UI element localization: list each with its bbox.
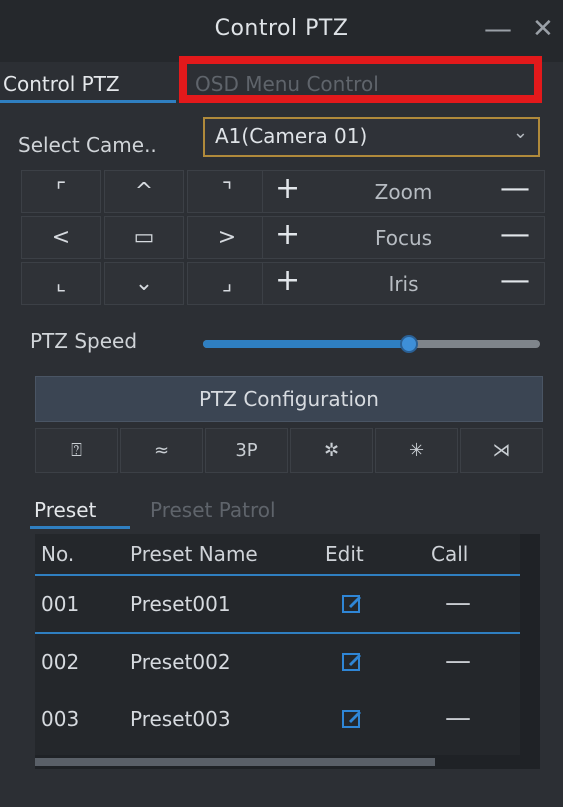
table-header: No. Preset Name Edit Call	[35, 534, 520, 576]
camera-select-value: A1(Camera 01)	[215, 124, 368, 148]
ptz-speed-label: PTZ Speed	[30, 329, 138, 353]
preset-tabs: Preset Preset Patrol	[0, 496, 563, 532]
tab-preset-patrol[interactable]: Preset Patrol	[150, 498, 276, 522]
tab-preset[interactable]: Preset	[34, 498, 96, 522]
preset-table: No. Preset Name Edit Call 001 Preset001 …	[35, 534, 520, 769]
active-tab-indicator	[0, 100, 176, 103]
focus-control: + Focus —	[262, 216, 545, 259]
wiper-icon: ⍰	[71, 440, 82, 461]
ptz-speed-handle[interactable]	[400, 335, 418, 353]
light-off-icon: ✳	[408, 440, 425, 461]
select-camera-label: Select Came..	[18, 133, 157, 157]
ptz-configuration-button[interactable]: PTZ Configuration	[35, 376, 543, 422]
chevron-down-icon: ⌄	[512, 122, 528, 143]
center-button[interactable]: ▭	[104, 216, 184, 259]
preset-name: Preset001	[130, 592, 231, 616]
light-icon: ≈	[153, 440, 170, 461]
right-icon: >	[217, 225, 237, 250]
window-title: Control PTZ	[214, 16, 349, 41]
table-row[interactable]: 002 Preset002 —	[35, 634, 520, 691]
minimize-icon[interactable]: —	[484, 12, 512, 45]
up-left-icon: ⌜	[55, 179, 67, 204]
table-row[interactable]: 003 Preset003 —	[35, 691, 520, 748]
table-row[interactable]: 001 Preset001 —	[35, 576, 520, 634]
light-button[interactable]: ≈	[120, 428, 203, 473]
preset-tab-indicator	[30, 526, 130, 529]
up-icon: ^	[134, 179, 154, 204]
3d-positioning-button[interactable]: 3P	[205, 428, 288, 473]
header-no: No.	[41, 542, 75, 566]
preset-name: Preset003	[130, 707, 231, 731]
ptz-speed-slider[interactable]	[203, 335, 540, 353]
preset-no: 001	[41, 592, 80, 616]
control-ptz-window: Control PTZ — ✕ Control PTZ OSD Menu Con…	[0, 0, 563, 807]
left-icon: <	[51, 225, 71, 250]
title-bar: Control PTZ — ✕	[0, 0, 563, 62]
horizontal-scrollbar[interactable]	[35, 755, 520, 769]
camera-select[interactable]: A1(Camera 01) ⌄	[203, 117, 540, 157]
pan-right-button[interactable]: >	[187, 216, 267, 259]
down-icon: ⌄	[134, 271, 154, 296]
close-icon[interactable]: ✕	[532, 14, 554, 44]
lens-controls: + Zoom — + Focus — + Iris —	[262, 170, 545, 308]
edit-icon[interactable]	[341, 592, 363, 618]
edit-icon[interactable]	[341, 650, 363, 676]
header-preset-name: Preset Name	[130, 542, 258, 566]
call-button[interactable]: —	[445, 703, 471, 733]
tab-control-ptz[interactable]: Control PTZ	[3, 72, 120, 96]
wiper-off-button[interactable]: ⋊	[460, 428, 543, 473]
pan-up-left-button[interactable]: ⌜	[21, 170, 101, 213]
pan-down-left-button[interactable]: ⌞	[21, 262, 101, 305]
iris-control: + Iris —	[262, 262, 545, 305]
horizontal-scrollbar-thumb[interactable]	[35, 758, 435, 766]
function-icon-row: ⍰ ≈ 3P ✲ ✳ ⋊	[35, 428, 543, 473]
light-off-button[interactable]: ✳	[375, 428, 458, 473]
down-right-icon: ⌟	[221, 271, 233, 296]
light-on-icon: ✲	[323, 440, 340, 461]
iris-minus-button[interactable]: —	[500, 263, 530, 298]
direction-pad: ⌜ ^ ⌝ < ▭ > ⌞ ⌄ ⌟	[21, 170, 267, 305]
header-call: Call	[431, 542, 469, 566]
vertical-scrollbar[interactable]	[520, 534, 540, 769]
preset-no: 003	[41, 707, 80, 731]
pan-down-button[interactable]: ⌄	[104, 262, 184, 305]
preset-no: 002	[41, 650, 80, 674]
pan-up-button[interactable]: ^	[104, 170, 184, 213]
wiper-button[interactable]: ⍰	[35, 428, 118, 473]
highlight-box	[179, 56, 542, 103]
pan-up-right-button[interactable]: ⌝	[187, 170, 267, 213]
zoom-control: + Zoom —	[262, 170, 545, 213]
zoom-out-button[interactable]: —	[500, 171, 530, 206]
ptz-speed-fill	[203, 340, 409, 348]
call-button[interactable]: —	[445, 646, 471, 676]
3d-positioning-icon: 3P	[235, 440, 258, 461]
center-icon: ▭	[133, 225, 155, 250]
preset-name: Preset002	[130, 650, 231, 674]
header-edit: Edit	[325, 542, 364, 566]
wiper-off-icon: ⋊	[492, 440, 511, 461]
call-button[interactable]: —	[445, 588, 471, 618]
edit-icon[interactable]	[341, 707, 363, 733]
pan-down-right-button[interactable]: ⌟	[187, 262, 267, 305]
up-right-icon: ⌝	[221, 179, 233, 204]
pan-left-button[interactable]: <	[21, 216, 101, 259]
light-on-button[interactable]: ✲	[290, 428, 373, 473]
focus-minus-button[interactable]: —	[500, 217, 530, 252]
down-left-icon: ⌞	[55, 271, 67, 296]
